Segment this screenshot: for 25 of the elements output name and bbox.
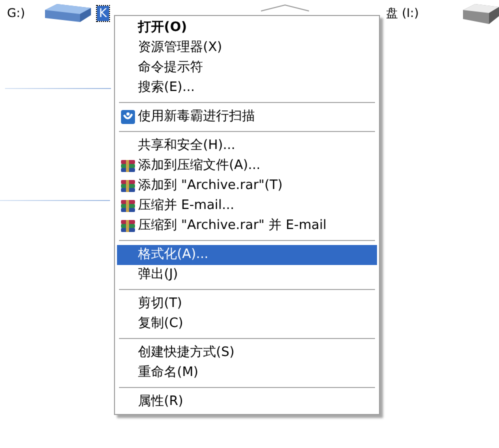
menu-item[interactable]: 重命名(M): [117, 363, 377, 383]
menu-item[interactable]: 压缩并 E-mail...: [117, 196, 377, 216]
menu-item[interactable]: 添加到压缩文件(A)...: [117, 156, 377, 176]
menu-item[interactable]: 添加到 "Archive.rar"(T): [117, 176, 377, 196]
drive-label[interactable]: K: [97, 6, 109, 20]
menu-item[interactable]: 属性(R): [117, 392, 377, 412]
menu-item[interactable]: 弹出(J): [117, 265, 377, 285]
menu-item[interactable]: 命令提示符: [117, 58, 377, 78]
drive-label[interactable]: 盘 (I:): [384, 6, 421, 21]
menu-item[interactable]: 打开(O): [117, 18, 377, 38]
menu-item[interactable]: 格式化(A)...: [117, 245, 377, 265]
menu-item[interactable]: 搜索(E)...: [117, 78, 377, 98]
menu-item[interactable]: 剪切(T): [117, 294, 377, 314]
books-icon: [120, 158, 136, 174]
books-icon: [120, 218, 136, 234]
menu-item[interactable]: 创建快捷方式(S): [117, 343, 377, 363]
menu-item[interactable]: 共享和安全(H)...: [117, 136, 377, 156]
menu-item[interactable]: 资源管理器(X): [117, 38, 377, 58]
menu-item[interactable]: 使用新毒霸进行扫描: [117, 107, 377, 127]
drive-label[interactable]: G:): [5, 6, 28, 20]
books-icon: [120, 178, 136, 194]
menu-item[interactable]: 压缩到 "Archive.rar" 并 E-mail: [117, 216, 377, 236]
shield-icon: [120, 109, 136, 125]
books-icon: [120, 198, 136, 214]
menu-item[interactable]: 复制(C): [117, 314, 377, 334]
